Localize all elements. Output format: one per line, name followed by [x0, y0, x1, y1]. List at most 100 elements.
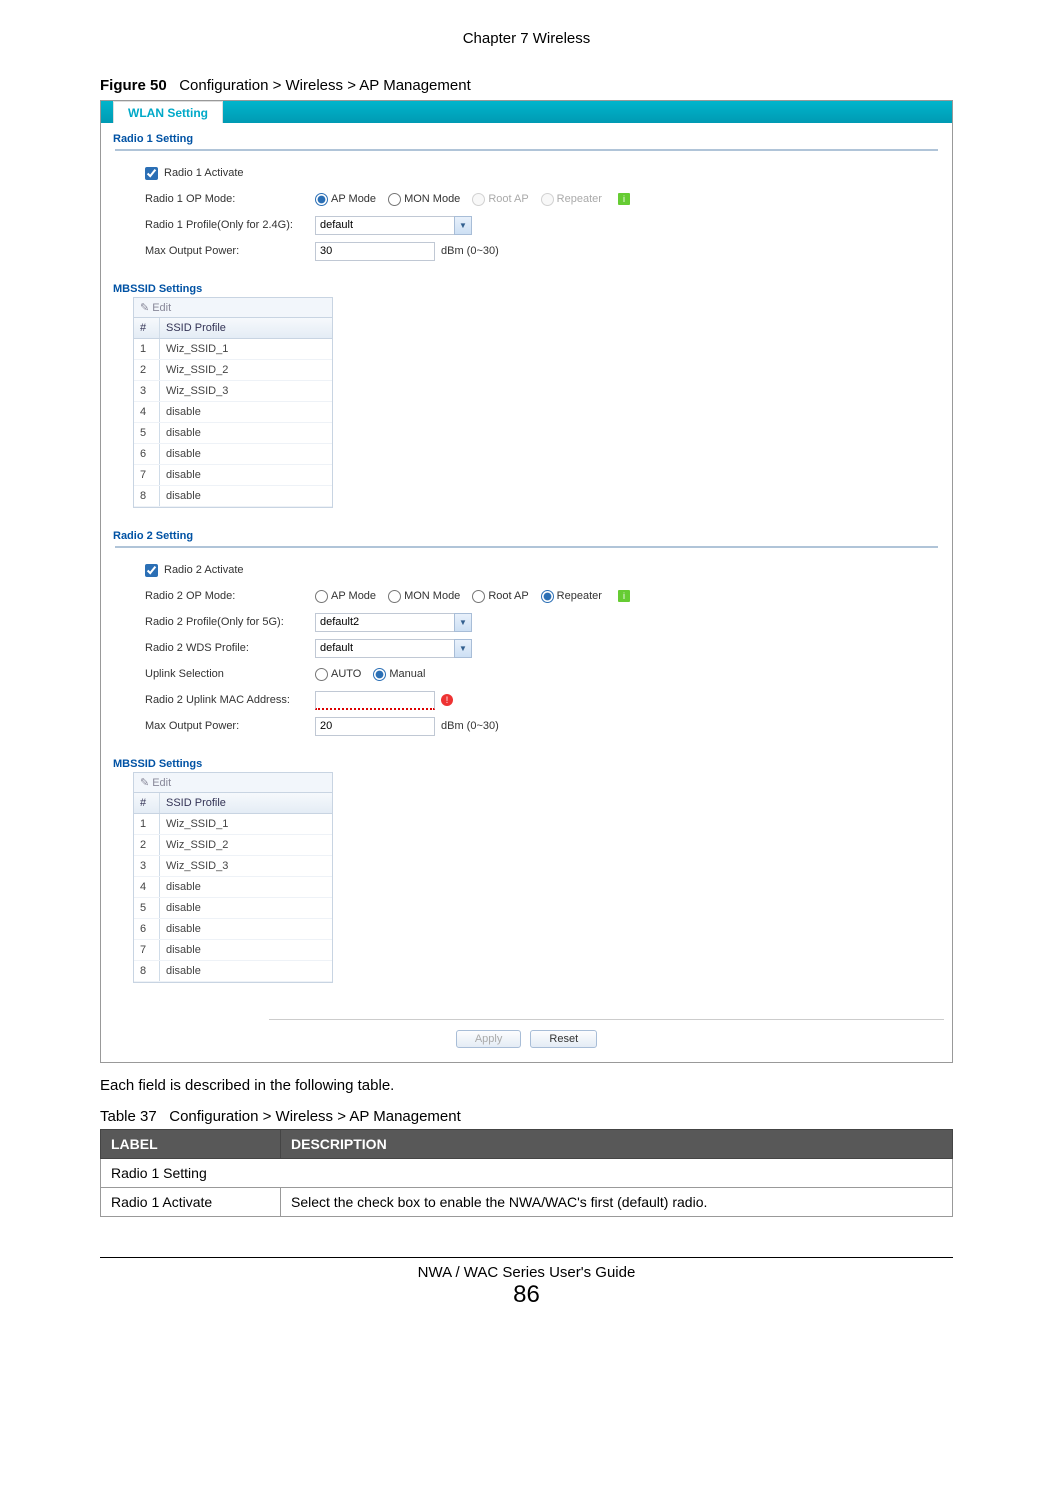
info-icon[interactable]: i [618, 590, 630, 602]
radio2-mode-mon-label: MON Mode [404, 590, 460, 602]
edit-icon: ✎ [140, 776, 149, 789]
table-row[interactable]: 4disable [134, 402, 332, 423]
doc-table: LABEL DESCRIPTION Radio 1 Setting Radio … [100, 1129, 953, 1217]
radio2-wds-select[interactable] [315, 639, 455, 658]
radio1-mode-mon-label: MON Mode [404, 193, 460, 205]
edit-button[interactable]: ✎Edit [140, 301, 171, 314]
table-row[interactable]: 3Wiz_SSID_3 [134, 381, 332, 402]
col-header-num: # [134, 318, 160, 338]
radio1-profile-select[interactable] [315, 216, 455, 235]
uplink-manual[interactable] [373, 668, 386, 681]
radio2-profile-label: Radio 2 Profile(Only for 5G): [145, 616, 315, 628]
th-desc: DESCRIPTION [281, 1130, 953, 1159]
table-row[interactable]: 1Wiz_SSID_1 [134, 814, 332, 835]
radio2-mbssid-title: MBSSID Settings [113, 758, 944, 770]
error-icon: ! [441, 694, 453, 706]
radio2-mode-root-label: Root AP [488, 590, 528, 602]
chevron-down-icon[interactable]: ▼ [454, 613, 472, 632]
radio2-opmode-label: Radio 2 OP Mode: [145, 590, 315, 602]
table-row[interactable]: 2Wiz_SSID_2 [134, 360, 332, 381]
table-row[interactable]: 1Wiz_SSID_1 [134, 339, 332, 360]
radio2-mode-rep[interactable] [541, 590, 554, 603]
radio2-activate-checkbox[interactable] [145, 564, 158, 577]
figure-caption: Figure 50 Configuration > Wireless > AP … [100, 77, 953, 94]
uplink-mac-label: Radio 2 Uplink MAC Address: [145, 694, 315, 706]
radio2-power-label: Max Output Power: [145, 720, 315, 732]
edit-button[interactable]: ✎Edit [140, 776, 171, 789]
radio1-power-unit: dBm (0~30) [441, 245, 499, 257]
radio2-mode-mon[interactable] [388, 590, 401, 603]
uplink-manual-label: Manual [389, 668, 425, 680]
table-caption-text: Configuration > Wireless > AP Management [169, 1108, 461, 1125]
table-row[interactable]: 8disable [134, 961, 332, 982]
radio2-activate-label: Radio 2 Activate [164, 564, 244, 576]
edit-label: Edit [152, 302, 171, 314]
col-header-profile: SSID Profile [160, 793, 332, 813]
radio1-mbssid-title: MBSSID Settings [113, 283, 944, 295]
col-header-num: # [134, 793, 160, 813]
reset-button[interactable]: Reset [530, 1030, 597, 1048]
radio2-mode-rep-label: Repeater [557, 590, 602, 602]
screenshot-figure: WLAN Setting Radio 1 Setting Radio 1 Act… [100, 100, 953, 1063]
col-header-profile: SSID Profile [160, 318, 332, 338]
page-footer: NWA / WAC Series User's Guide 86 [100, 1257, 953, 1309]
footer-guide-text: NWA / WAC Series User's Guide [100, 1264, 953, 1281]
th-label: LABEL [101, 1130, 281, 1159]
radio1-mode-ap[interactable] [315, 193, 328, 206]
radio1-activate-checkbox[interactable] [145, 167, 158, 180]
radio2-mbssid-table: ✎Edit # SSID Profile 1Wiz_SSID_1 2Wiz_SS… [133, 772, 333, 983]
table-row[interactable]: 3Wiz_SSID_3 [134, 856, 332, 877]
radio1-activate-label: Radio 1 Activate [164, 167, 244, 179]
table-row[interactable]: 2Wiz_SSID_2 [134, 835, 332, 856]
radio1-mode-root-label: Root AP [488, 193, 528, 205]
figure-label: Figure 50 [100, 77, 167, 94]
radio2-profile-select[interactable] [315, 613, 455, 632]
table-row[interactable]: 8disable [134, 486, 332, 507]
table-row[interactable]: 5disable [134, 423, 332, 444]
table-row[interactable]: 7disable [134, 465, 332, 486]
uplink-selection-label: Uplink Selection [145, 668, 315, 680]
table-caption: Table 37 Configuration > Wireless > AP M… [100, 1108, 953, 1125]
radio1-power-label: Max Output Power: [145, 245, 315, 257]
radio1-mode-rep [541, 193, 554, 206]
cell-label: Radio 1 Setting [101, 1159, 953, 1188]
radio2-mode-ap[interactable] [315, 590, 328, 603]
uplink-auto[interactable] [315, 668, 328, 681]
radio1-mode-ap-label: AP Mode [331, 193, 376, 205]
apply-button[interactable]: Apply [456, 1030, 522, 1048]
edit-icon: ✎ [140, 301, 149, 314]
page-number: 86 [100, 1281, 953, 1309]
chevron-down-icon[interactable]: ▼ [454, 216, 472, 235]
table-row[interactable]: 6disable [134, 919, 332, 940]
table-row[interactable]: 4disable [134, 877, 332, 898]
radio2-wds-label: Radio 2 WDS Profile: [145, 642, 315, 654]
radio1-mode-mon[interactable] [388, 193, 401, 206]
radio2-power-input[interactable] [315, 717, 435, 736]
info-icon[interactable]: i [618, 193, 630, 205]
radio1-power-input[interactable] [315, 242, 435, 261]
table-row[interactable]: 5disable [134, 898, 332, 919]
table-row: Radio 1 Activate Select the check box to… [101, 1188, 953, 1217]
table-row: Radio 1 Setting [101, 1159, 953, 1188]
tab-wlan-setting[interactable]: WLAN Setting [113, 101, 223, 123]
radio1-opmode-label: Radio 1 OP Mode: [145, 193, 315, 205]
figure-caption-text: Configuration > Wireless > AP Management [179, 77, 471, 94]
radio1-profile-label: Radio 1 Profile(Only for 2.4G): [145, 219, 315, 231]
radio2-mode-ap-label: AP Mode [331, 590, 376, 602]
chevron-down-icon[interactable]: ▼ [454, 639, 472, 658]
cell-label: Radio 1 Activate [101, 1188, 281, 1217]
uplink-mac-input[interactable] [315, 691, 435, 710]
tab-bar: WLAN Setting [101, 101, 952, 123]
cell-desc: Select the check box to enable the NWA/W… [281, 1188, 953, 1217]
radio1-section-title: Radio 1 Setting [113, 133, 944, 145]
table-row[interactable]: 7disable [134, 940, 332, 961]
divider [269, 1019, 944, 1020]
edit-label: Edit [152, 777, 171, 789]
radio2-section-title: Radio 2 Setting [113, 530, 944, 542]
radio2-mode-root[interactable] [472, 590, 485, 603]
table-intro-text: Each field is described in the following… [100, 1077, 953, 1094]
radio1-mbssid-table: ✎Edit # SSID Profile 1Wiz_SSID_1 2Wiz_SS… [133, 297, 333, 508]
radio1-mode-root [472, 193, 485, 206]
table-caption-label: Table 37 [100, 1108, 157, 1125]
table-row[interactable]: 6disable [134, 444, 332, 465]
